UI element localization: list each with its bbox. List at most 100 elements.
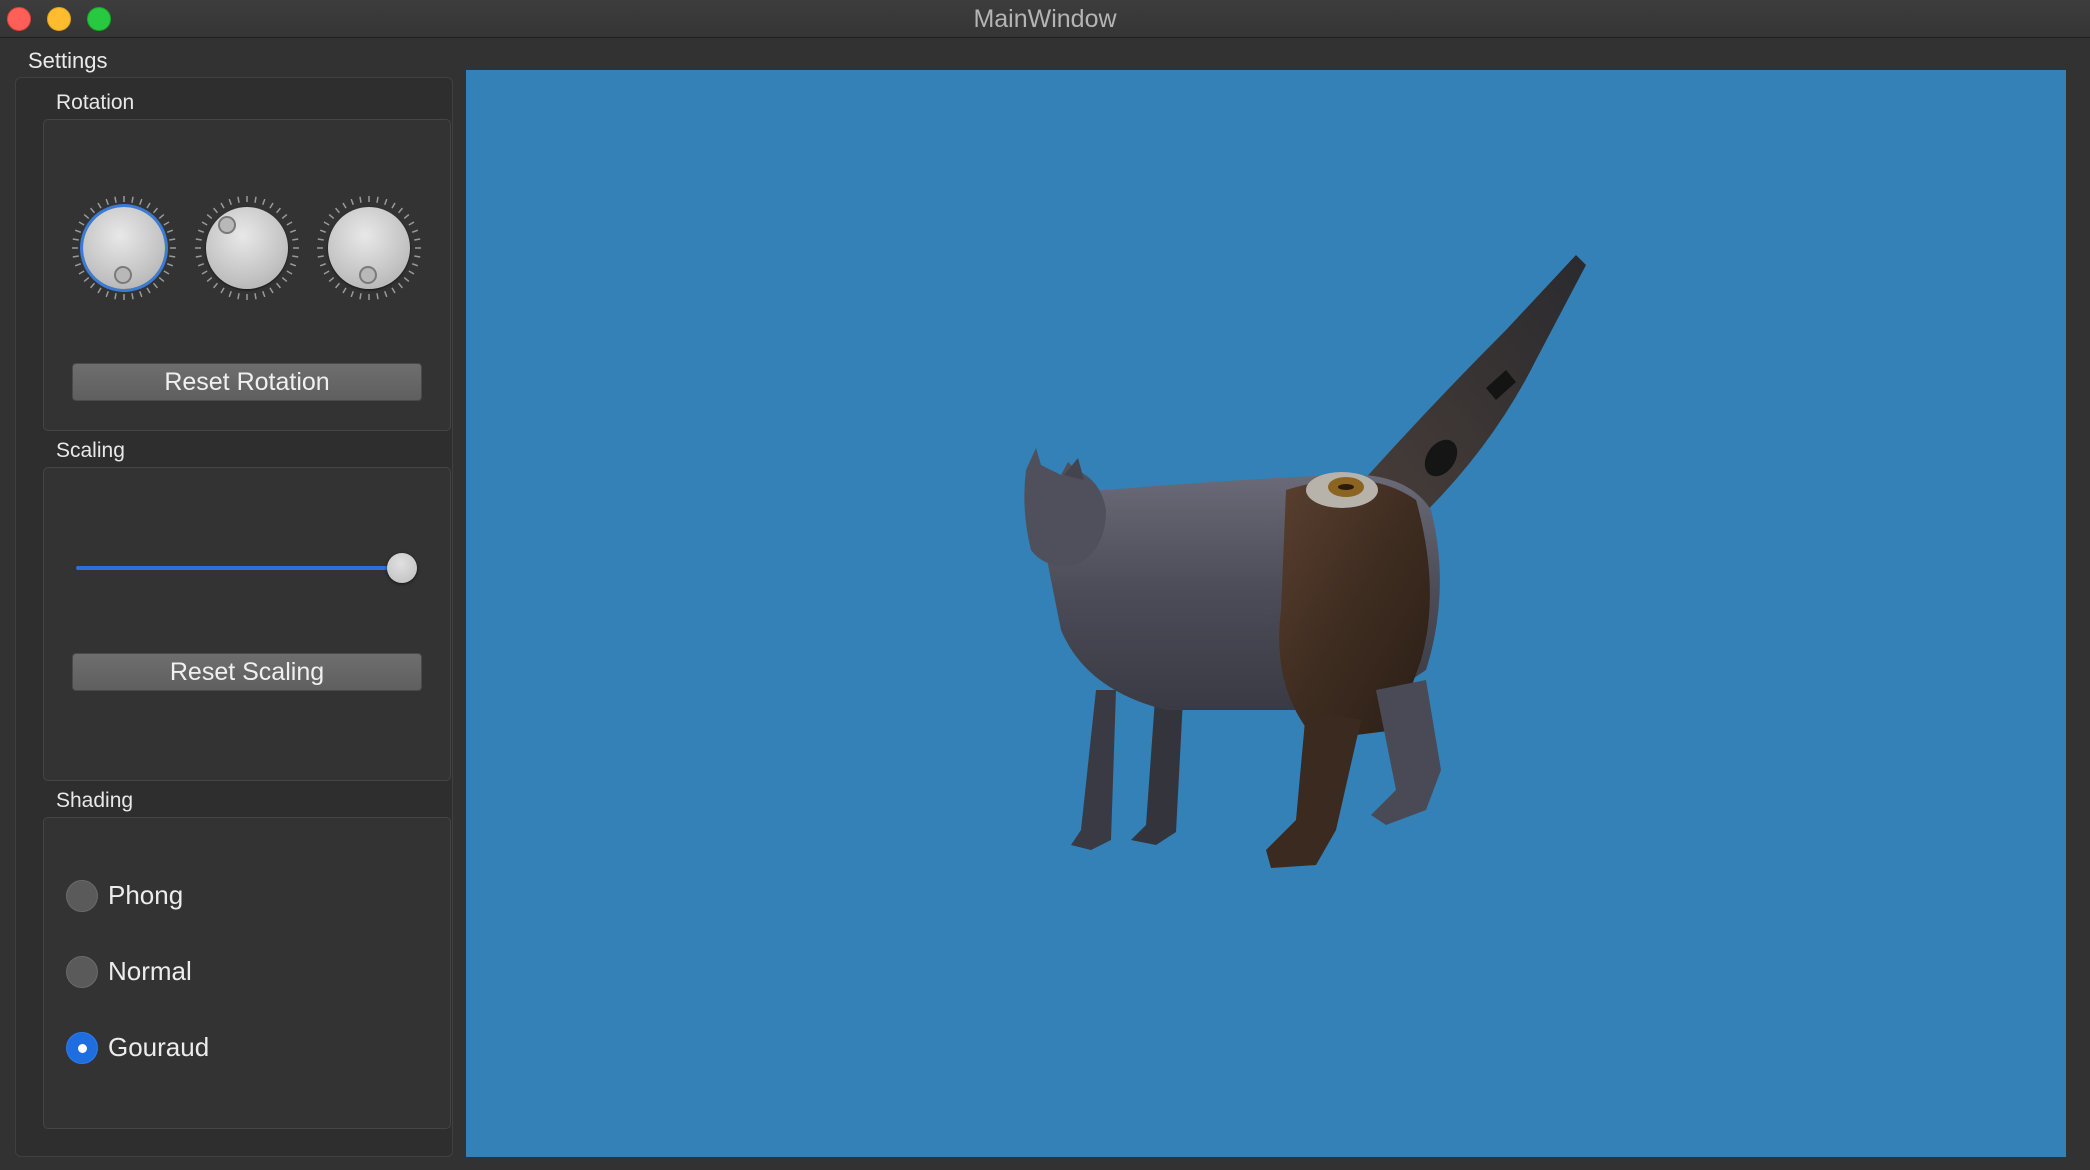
dial-tick xyxy=(152,282,158,289)
dial-tick xyxy=(90,282,96,289)
dial-tick xyxy=(397,282,403,289)
dial-tick xyxy=(359,293,362,300)
dial-tick xyxy=(292,255,299,258)
dial-tick xyxy=(342,287,347,294)
dial-tick xyxy=(163,270,170,275)
dial-tick xyxy=(195,238,202,241)
dial-tick xyxy=(228,290,232,298)
dial-tick xyxy=(201,270,208,275)
main-window: MainWindow Settings Rotation Reset Rotat… xyxy=(0,0,2090,1170)
settings-label: Settings xyxy=(28,48,108,73)
dial-tick xyxy=(408,221,415,226)
dial-tick xyxy=(319,229,327,233)
dial-tick xyxy=(114,196,117,203)
dial-tick xyxy=(254,293,257,300)
dial-tick xyxy=(78,270,85,275)
dial-tick xyxy=(139,290,143,298)
shading-group xyxy=(43,817,451,1129)
dial-tick xyxy=(384,290,388,298)
scaling-group-label: Scaling xyxy=(56,439,125,462)
dial-tick xyxy=(146,287,151,294)
dial-tick xyxy=(74,263,82,267)
reset-scaling-button[interactable]: Reset Scaling xyxy=(72,653,422,691)
dial-tick xyxy=(397,207,403,214)
dial-tick xyxy=(335,207,341,214)
dial-tick xyxy=(281,214,288,220)
rotation-dial-z[interactable] xyxy=(316,195,422,301)
dial-tick xyxy=(195,255,202,258)
dial-knob xyxy=(206,207,288,289)
gl-viewport[interactable] xyxy=(466,70,2066,1157)
dial-tick xyxy=(72,238,79,241)
dial-tick xyxy=(342,202,347,209)
title-bar[interactable]: MainWindow xyxy=(0,0,2090,38)
dial-tick xyxy=(169,255,176,258)
dial-tick xyxy=(323,270,330,275)
dial-tick xyxy=(83,276,90,282)
rotation-dial-x[interactable] xyxy=(71,195,177,301)
dial-tick xyxy=(376,196,379,203)
dial-tick xyxy=(97,202,102,209)
dial-tick xyxy=(105,290,109,298)
rotation-group-label: Rotation xyxy=(56,91,135,114)
dial-tick xyxy=(319,263,327,267)
dial-tick xyxy=(403,214,410,220)
dial-tick xyxy=(359,196,362,203)
radio-button[interactable] xyxy=(66,880,98,912)
dial-tick xyxy=(289,263,297,267)
window-title: MainWindow xyxy=(973,5,1117,33)
dial-tick xyxy=(269,287,274,294)
scaling-slider-handle[interactable] xyxy=(387,553,417,583)
dial-notch xyxy=(359,266,377,284)
dial-tick xyxy=(254,196,257,203)
dial-tick xyxy=(376,293,379,300)
reset-rotation-button[interactable]: Reset Rotation xyxy=(72,363,422,401)
dial-tick xyxy=(220,287,225,294)
cat-hind-right-leg xyxy=(1371,680,1441,825)
dial-tick xyxy=(97,287,102,294)
cat-head xyxy=(1024,448,1106,566)
dial-tick xyxy=(317,255,324,258)
dial-notch xyxy=(218,216,236,234)
dial-tick xyxy=(206,214,213,220)
dial-tick xyxy=(414,255,421,258)
dial-tick xyxy=(411,229,419,233)
dial-tick xyxy=(286,270,293,275)
radio-label: Phong xyxy=(108,880,184,910)
radio-label: Gouraud xyxy=(108,1032,210,1062)
dial-tick xyxy=(391,287,396,294)
rotation-dial-y[interactable] xyxy=(194,195,300,301)
cat-hind-left-leg xyxy=(1266,710,1361,868)
dial-tick xyxy=(335,282,341,289)
radio-button[interactable] xyxy=(66,1032,98,1064)
dial-tick xyxy=(83,214,90,220)
dial-tick xyxy=(213,282,219,289)
dial-tick xyxy=(391,202,396,209)
dial-tick xyxy=(72,255,79,258)
dial-tick xyxy=(317,238,324,241)
dial-tick xyxy=(275,207,281,214)
dial-tick xyxy=(105,198,109,206)
radio-button[interactable] xyxy=(66,956,98,988)
dial-tick xyxy=(131,293,134,300)
dial-tick xyxy=(201,221,208,226)
dial-tick xyxy=(220,202,225,209)
shading-group-label: Shading xyxy=(56,789,134,812)
dial-tick xyxy=(328,276,335,282)
dial-tick xyxy=(289,229,297,233)
dial-tick xyxy=(166,229,174,233)
dial-tick xyxy=(384,198,388,206)
dial-tick xyxy=(275,282,281,289)
dial-tick xyxy=(269,202,274,209)
dial-tick xyxy=(350,198,354,206)
dial-tick xyxy=(158,276,165,282)
scaling-slider-track[interactable] xyxy=(76,566,402,570)
dial-tick xyxy=(213,207,219,214)
dial-tick xyxy=(323,221,330,226)
dial-notch xyxy=(114,266,132,284)
dial-tick xyxy=(163,221,170,226)
dial-tick xyxy=(228,198,232,206)
dial-tick xyxy=(166,263,174,267)
dial-tick xyxy=(292,238,299,241)
dial-tick xyxy=(262,198,266,206)
